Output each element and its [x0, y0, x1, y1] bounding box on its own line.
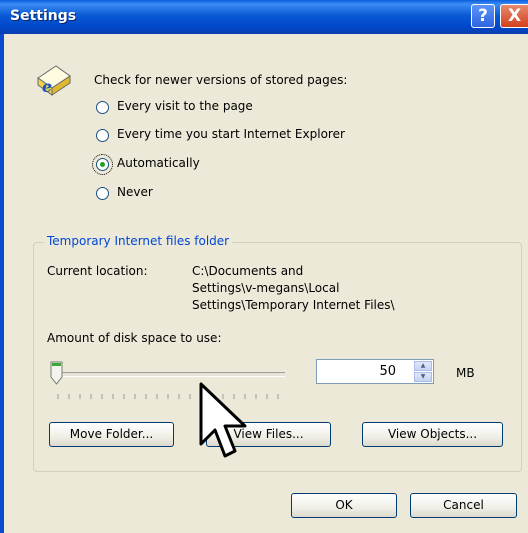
label-never[interactable]: Never: [117, 185, 153, 199]
settings-dialog: Settings ? X e Check for newer versions …: [0, 0, 528, 533]
view-objects-button[interactable]: View Objects...: [362, 422, 503, 447]
path-line-2: Settings\v-megans\Local: [192, 281, 340, 295]
svg-text:e: e: [42, 77, 52, 96]
disk-space-label: Amount of disk space to use:: [47, 331, 222, 345]
unit-label: MB: [456, 366, 475, 380]
disk-space-spinner[interactable]: 50 ▲ ▼: [316, 359, 434, 384]
ie-page-icon: e: [37, 65, 71, 96]
spin-buttons: ▲ ▼: [414, 361, 432, 382]
label-every-start[interactable]: Every time you start Internet Explorer: [117, 127, 345, 141]
group-title: Temporary Internet files folder: [44, 234, 233, 248]
disk-space-slider-track[interactable]: [57, 372, 285, 377]
title-bar[interactable]: Settings ? X: [0, 0, 528, 34]
radio-every-start[interactable]: [96, 129, 109, 142]
label-automatically[interactable]: Automatically: [117, 156, 200, 170]
path-line-1: C:\Documents and: [192, 264, 304, 278]
ok-button[interactable]: OK: [291, 493, 397, 518]
check-prompt: Check for newer versions of stored pages…: [94, 73, 348, 87]
window-border: [0, 34, 4, 533]
radio-every-visit[interactable]: [96, 101, 109, 114]
radio-never[interactable]: [96, 187, 109, 200]
spin-up-icon[interactable]: ▲: [414, 361, 432, 371]
close-button[interactable]: X: [500, 4, 528, 28]
current-location-label: Current location:: [47, 264, 148, 278]
cancel-button[interactable]: Cancel: [410, 493, 517, 518]
move-folder-button[interactable]: Move Folder...: [49, 422, 174, 447]
disk-space-value[interactable]: 50: [379, 364, 396, 379]
dialog-title: Settings: [10, 8, 77, 24]
path-line-3: Settings\Temporary Internet Files\: [192, 298, 395, 312]
mouse-pointer-icon: [199, 382, 247, 458]
radio-automatically[interactable]: [92, 154, 113, 175]
help-button[interactable]: ?: [471, 4, 495, 28]
spin-down-icon[interactable]: ▼: [414, 372, 432, 382]
label-every-visit[interactable]: Every visit to the page: [117, 99, 253, 113]
slider-thumb[interactable]: [50, 361, 63, 385]
